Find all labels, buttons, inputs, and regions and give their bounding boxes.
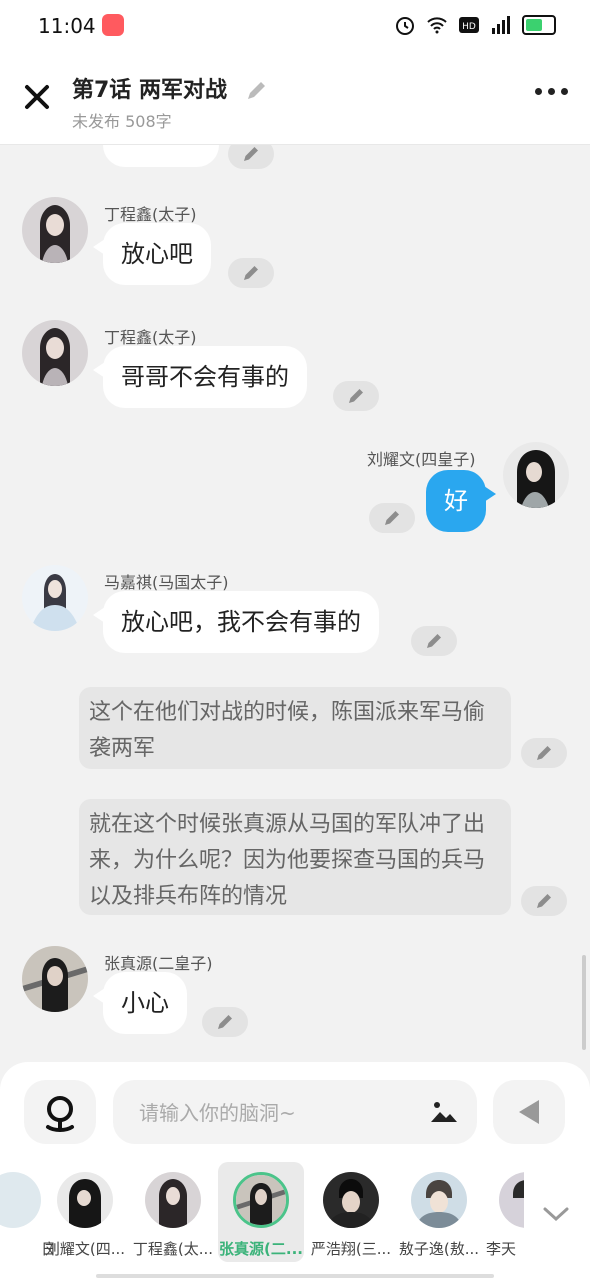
role-name: 严浩翔(三... [310,1240,392,1258]
role-name: 李天 [486,1240,517,1258]
chapter-status: 未发布 508字 [72,112,172,131]
edit-message-button[interactable] [228,145,274,169]
role-name: 张真源(二... [219,1240,303,1258]
edit-message-button[interactable] [202,1007,248,1037]
input-panel: 日 刘耀文(四... 丁程鑫(太... 张真源(二... 严浩翔(三... 敖子… [0,1062,590,1280]
avatar[interactable] [22,565,88,631]
role-avatar [145,1172,201,1228]
chat-area[interactable]: 丁程鑫(太子) 放心吧 丁程鑫(太子) 哥哥不会有事的 刘耀文(四皇子) 好 马… [0,145,590,1065]
speaker-name: 马嘉祺(马国太子) [104,573,229,592]
chat-scrollbar[interactable] [582,955,586,1050]
image-icon[interactable] [429,1098,459,1124]
edit-title-icon[interactable] [245,80,267,102]
message-bubble[interactable]: 好 [426,470,496,532]
role-selector[interactable]: 日 刘耀文(四... 丁程鑫(太... 张真源(二... 严浩翔(三... 敖子… [0,1162,590,1262]
close-icon[interactable] [22,82,52,112]
role-name: 刘耀文(四... [44,1240,126,1258]
partial-bubble [103,145,219,167]
edit-message-button[interactable] [369,503,415,533]
edit-message-button[interactable] [228,258,274,288]
avatar[interactable] [22,197,88,263]
chapter-title-text: 第7话 两军对战 [72,78,227,103]
pencil-icon [537,746,551,760]
role-scroll-indicator [96,1274,494,1278]
message-bubble[interactable]: 放心吧，我不会有事的 [93,591,379,653]
message-input-box[interactable] [113,1080,477,1146]
speaker-name: 丁程鑫(太子) [104,328,197,347]
role-avatar [499,1172,524,1228]
status-bar: 11:04 HD [0,0,590,52]
role-item[interactable]: 敖子逸(敖... [396,1162,482,1262]
message-bubble[interactable]: 哥哥不会有事的 [93,346,307,408]
app-notification-icon [102,14,124,36]
role-avatar [0,1172,41,1228]
battery-icon [522,15,556,35]
voice-button[interactable] [24,1080,96,1144]
role-item[interactable]: 李天 [484,1162,524,1262]
role-avatar [411,1172,467,1228]
message-bubble[interactable]: 放心吧 [93,223,211,285]
narration-block[interactable]: 就在这个时候张真源从马国的军队冲了出来，为什么呢？因为他要探查马国的兵马以及排兵… [79,799,511,915]
role-item[interactable]: 严浩翔(三... [308,1162,394,1262]
more-options-button[interactable] [535,88,568,95]
role-name: 敖子逸(敖... [398,1240,480,1258]
speaker-name: 张真源(二皇子) [104,954,213,973]
edit-message-button[interactable] [411,626,457,656]
avatar[interactable] [22,320,88,386]
role-avatar [233,1172,289,1228]
pencil-icon [427,634,441,648]
chapter-header: 第7话 两军对战 未发布 508字 [0,52,590,145]
send-button[interactable] [493,1080,565,1144]
hd-icon: HD [459,17,479,33]
chapter-title: 第7话 两军对战 [72,72,267,104]
edit-message-button[interactable] [333,381,379,411]
pencil-icon [385,511,399,525]
edit-message-button[interactable] [521,738,567,768]
role-avatar [57,1172,113,1228]
alarm-icon [396,17,414,35]
chevron-down-icon[interactable] [542,1206,570,1222]
signal-icon [492,16,510,34]
avatar[interactable] [503,442,569,508]
message-bubble[interactable]: 小心 [93,972,187,1034]
pencil-icon [537,894,551,908]
narration-block[interactable]: 这个在他们对战的时候，陈国派来军马偷袭两军 [79,687,511,769]
role-item-active[interactable]: 张真源(二... [218,1162,304,1262]
avatar[interactable] [22,946,88,1012]
speaker-name: 丁程鑫(太子) [104,205,197,224]
speaker-name: 刘耀文(四皇子) [367,450,476,469]
role-avatar [323,1172,379,1228]
role-name: 丁程鑫(太... [132,1240,214,1258]
pencil-icon [244,266,258,280]
wifi-icon [427,17,447,34]
pencil-icon [349,389,363,403]
edit-message-button[interactable] [521,886,567,916]
status-time: 11:04 [38,14,96,38]
message-input[interactable] [137,1080,411,1146]
pencil-icon [244,147,258,161]
svg-text:HD: HD [462,22,476,32]
role-item[interactable]: 刘耀文(四... [42,1162,128,1262]
pencil-icon [218,1015,232,1029]
role-item[interactable]: 丁程鑫(太... [130,1162,216,1262]
send-icon [519,1100,539,1124]
mic-icon [46,1096,74,1132]
